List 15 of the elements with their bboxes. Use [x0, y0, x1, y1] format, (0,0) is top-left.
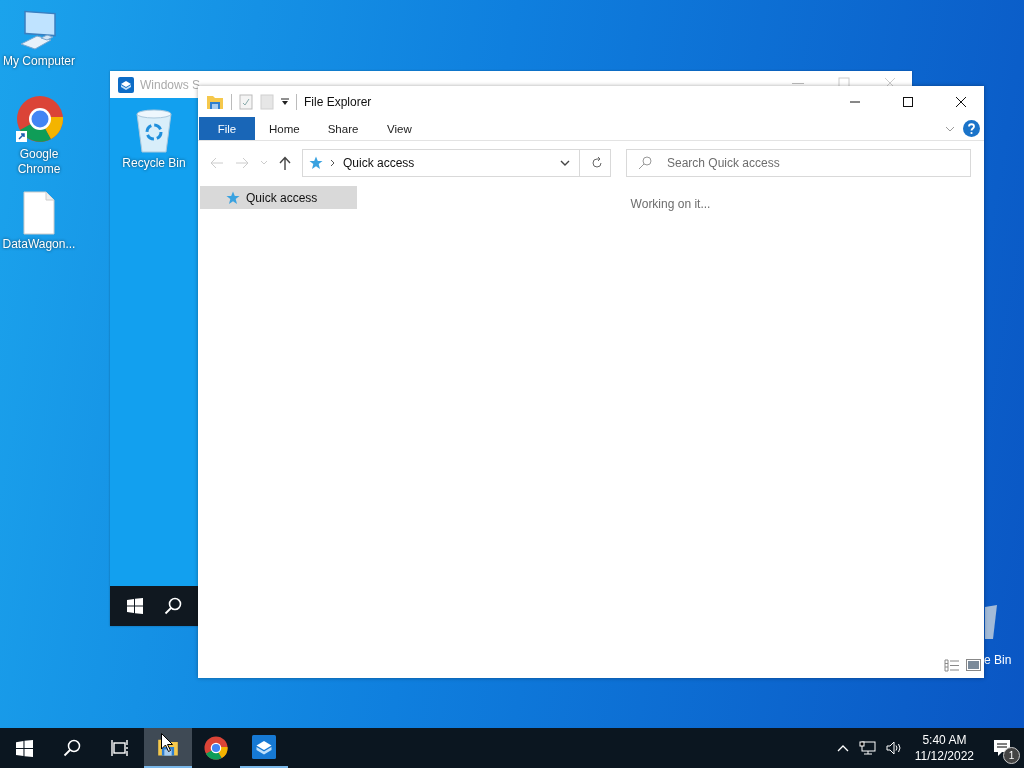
ribbon-tab[interactable]: Share — [313, 117, 373, 140]
desktop-icon-label[interactable]: e Bin — [984, 653, 1012, 667]
search-field[interactable]: Search Quick access — [626, 149, 971, 177]
ribbon-tab[interactable]: View — [372, 117, 427, 140]
address-text[interactable]: Quick access — [343, 156, 415, 170]
window-title: File Explorer — [304, 94, 372, 109]
clock-date[interactable]: 11/12/2022 — [914, 748, 974, 764]
loading-message: Working on it... — [630, 197, 711, 211]
nav-pane-item[interactable]: Quick access — [200, 186, 357, 209]
ribbon-tab[interactable]: Home — [255, 117, 314, 140]
nav-pane-label[interactable]: Quick access — [246, 190, 318, 205]
address-bar[interactable]: Quick access — [302, 149, 611, 177]
clock-time[interactable]: 5:40 AM — [922, 732, 967, 748]
notification-count-badge: 1 — [1003, 747, 1020, 764]
ribbon-tab[interactable]: File — [199, 117, 255, 140]
